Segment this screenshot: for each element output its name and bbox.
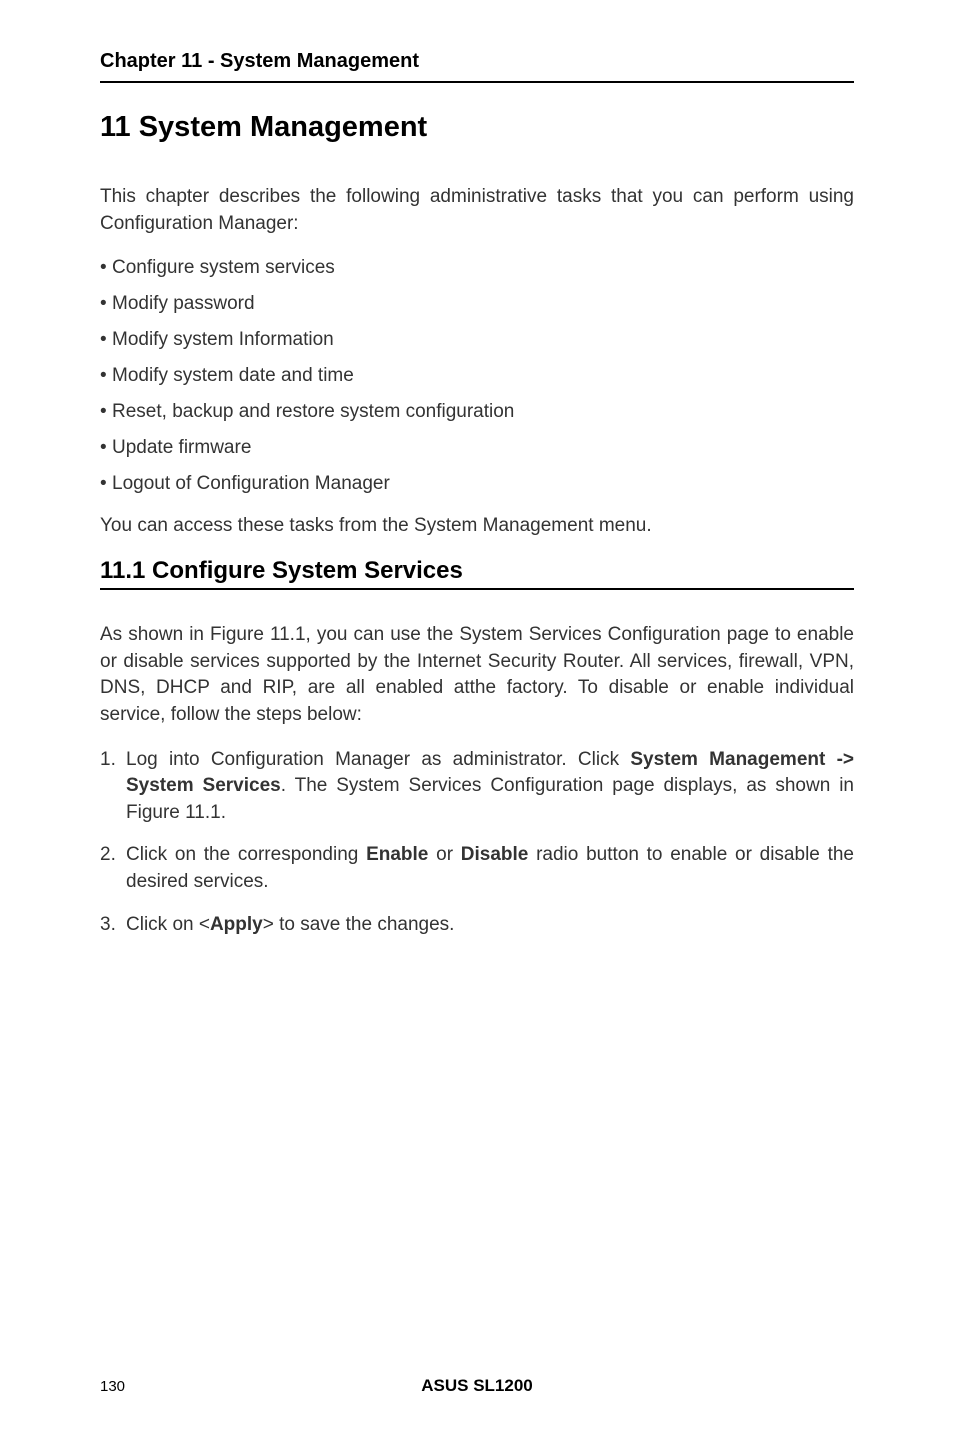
section-body: As shown in Figure 11.1, you can use the… bbox=[100, 622, 854, 728]
page-footer: 130 ASUS SL1200 bbox=[100, 1376, 854, 1396]
chapter-title: 11 System Management bbox=[100, 111, 854, 144]
bullet-item: Logout of Configuration Manager bbox=[100, 473, 854, 495]
chapter-header: Chapter 11 - System Management bbox=[100, 50, 854, 73]
divider-line bbox=[100, 81, 854, 83]
bullet-item: Update firmware bbox=[100, 437, 854, 459]
step-text: Click on < bbox=[126, 914, 210, 935]
bullet-list: Configure system services Modify passwor… bbox=[100, 257, 854, 495]
step-text: Log into Configuration Manager as admini… bbox=[126, 749, 630, 770]
step-bold: Apply bbox=[210, 914, 263, 935]
step-item: Click on <Apply> to save the changes. bbox=[100, 912, 854, 939]
step-text: Click on the corresponding bbox=[126, 844, 366, 865]
step-item: Click on the corresponding Enable or Dis… bbox=[100, 842, 854, 895]
section-title: 11.1 Configure System Services bbox=[100, 557, 854, 590]
bullet-item: Modify system Information bbox=[100, 329, 854, 351]
ordered-list: Log into Configuration Manager as admini… bbox=[100, 747, 854, 939]
page-number: 130 bbox=[100, 1378, 180, 1395]
step-bold: Enable bbox=[366, 844, 428, 865]
bullet-item: Modify password bbox=[100, 293, 854, 315]
bullet-item: Modify system date and time bbox=[100, 365, 854, 387]
step-item: Log into Configuration Manager as admini… bbox=[100, 747, 854, 827]
bullet-item: Configure system services bbox=[100, 257, 854, 279]
step-text: > to save the changes. bbox=[263, 914, 455, 935]
footer-title: ASUS SL1200 bbox=[180, 1376, 774, 1396]
step-bold: Disable bbox=[461, 844, 529, 865]
access-note: You can access these tasks from the Syst… bbox=[100, 515, 854, 537]
bullet-item: Reset, backup and restore system configu… bbox=[100, 401, 854, 423]
intro-paragraph: This chapter describes the following adm… bbox=[100, 184, 854, 237]
step-text: or bbox=[428, 844, 460, 865]
